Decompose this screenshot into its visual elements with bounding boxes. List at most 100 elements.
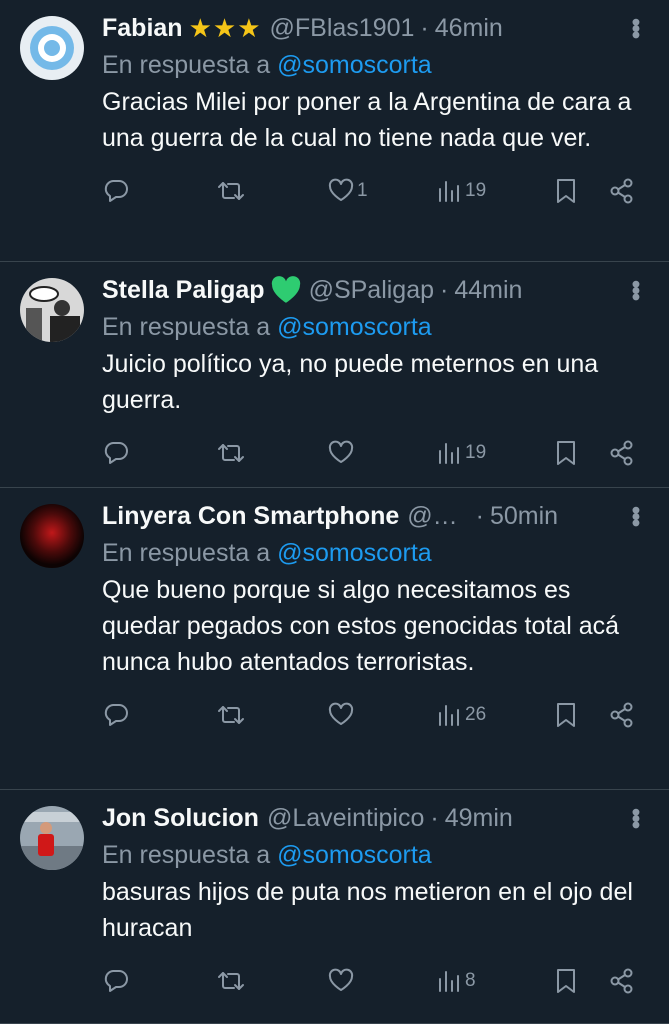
like-button[interactable]: [327, 433, 435, 473]
views-count: 8: [465, 970, 476, 991]
action-bar: 19: [102, 418, 641, 488]
timestamp[interactable]: 44min: [454, 276, 522, 305]
timestamp[interactable]: 46min: [435, 14, 503, 43]
separator-dot: ·: [440, 275, 449, 304]
share-icon: [610, 440, 633, 466]
share-button[interactable]: [608, 961, 636, 1001]
bookmark-button[interactable]: [552, 433, 608, 473]
reply-item[interactable]: Fabian ★★★ @FBlas1901 · 46min En respues…: [0, 0, 669, 262]
share-button[interactable]: [608, 695, 636, 735]
views-button[interactable]: 19: [435, 433, 552, 473]
green-heart-icon: [271, 276, 301, 304]
user-name[interactable]: Linyera Con Smartphone: [102, 502, 399, 531]
repost-button[interactable]: [217, 171, 327, 211]
more-options-icon[interactable]: •••: [622, 18, 649, 37]
mention-link[interactable]: @somoscorta: [277, 313, 432, 341]
user-handle[interactable]: @FBlas1901: [270, 14, 415, 43]
views-icon: [439, 971, 459, 992]
heart-icon: [328, 440, 354, 463]
bookmark-button[interactable]: [552, 171, 608, 211]
user-name[interactable]: Stella Paligap: [102, 276, 265, 305]
mention-link[interactable]: @somoscorta: [277, 539, 432, 567]
heart-icon: [328, 702, 354, 725]
bookmark-icon: [557, 179, 575, 203]
heart-icon: [328, 178, 354, 201]
action-bar: 8: [102, 946, 641, 1016]
bookmark-button[interactable]: [552, 961, 608, 1001]
like-button[interactable]: 1: [327, 171, 435, 211]
user-handle[interactable]: @…: [407, 502, 457, 531]
repost-button[interactable]: [217, 961, 327, 1001]
heart-icon: [328, 968, 354, 991]
replying-to-label: En respuesta a: [102, 539, 271, 567]
replying-to-label: En respuesta a: [102, 841, 271, 869]
views-count: 19: [465, 442, 487, 463]
timestamp[interactable]: 49min: [445, 804, 513, 833]
reply-text: Juicio político ya, no puede meternos en…: [102, 350, 599, 414]
avatar[interactable]: [20, 806, 84, 870]
stars-badge-icon: ★★★: [188, 12, 262, 43]
replying-to-label: En respuesta a: [102, 51, 271, 79]
more-options-icon[interactable]: •••: [622, 280, 649, 299]
bookmark-icon: [557, 441, 575, 465]
share-icon: [610, 702, 633, 728]
mention-link[interactable]: @somoscorta: [277, 51, 432, 79]
views-icon: [439, 705, 459, 726]
bookmark-button[interactable]: [552, 695, 608, 735]
reply-text: Que bueno porque si algo necesitamos es …: [102, 576, 620, 676]
repost-icon: [218, 706, 244, 724]
reply-button[interactable]: [102, 433, 217, 473]
share-button[interactable]: [608, 433, 636, 473]
bookmark-icon: [557, 969, 575, 993]
repost-button[interactable]: [217, 433, 327, 473]
more-options-icon[interactable]: •••: [622, 808, 649, 827]
reply-text: Gracias Milei por poner a la Argentina d…: [102, 88, 632, 152]
action-bar: 1 19: [102, 156, 641, 226]
separator-dot: ·: [420, 13, 429, 42]
separator-dot: ·: [475, 501, 484, 530]
reply-item[interactable]: Stella Paligap @SPaligap · 44min En resp…: [0, 262, 669, 488]
user-name[interactable]: Jon Solucion: [102, 804, 259, 833]
repost-button[interactable]: [217, 695, 327, 735]
mention-link[interactable]: @somoscorta: [277, 841, 432, 869]
views-icon: [439, 181, 459, 202]
views-icon: [439, 443, 459, 464]
replying-to: En respuesta a @somoscorta: [102, 838, 641, 872]
more-options-icon[interactable]: •••: [622, 506, 649, 525]
reply-icon: [104, 704, 128, 726]
reply-icon: [104, 442, 128, 464]
replying-to: En respuesta a @somoscorta: [102, 48, 641, 82]
views-count: 19: [465, 180, 487, 201]
like-button[interactable]: [327, 961, 435, 1001]
bookmark-icon: [557, 703, 575, 727]
like-button[interactable]: [327, 695, 435, 735]
repost-icon: [218, 444, 244, 462]
user-handle[interactable]: @SPaligap: [309, 276, 434, 305]
avatar[interactable]: [20, 504, 84, 568]
reply-button[interactable]: [102, 171, 217, 211]
user-name[interactable]: Fabian: [102, 14, 183, 43]
reply-icon: [104, 970, 128, 992]
reply-item[interactable]: Linyera Con Smartphone @… · 50min En res…: [0, 488, 669, 790]
share-icon: [610, 968, 633, 994]
reply-item[interactable]: Jon Solucion @Laveintipico · 49min En re…: [0, 790, 669, 1024]
repost-icon: [218, 182, 244, 200]
replying-to: En respuesta a @somoscorta: [102, 310, 641, 344]
reply-button[interactable]: [102, 961, 217, 1001]
share-icon: [610, 178, 633, 204]
views-button[interactable]: 8: [435, 961, 552, 1001]
timestamp[interactable]: 50min: [490, 502, 558, 531]
avatar[interactable]: [20, 16, 84, 80]
reply-text: basuras hijos de puta nos metieron en el…: [102, 878, 633, 942]
replying-to-label: En respuesta a: [102, 313, 271, 341]
views-count: 26: [465, 704, 487, 725]
action-bar: 26: [102, 680, 641, 750]
user-handle[interactable]: @Laveintipico: [267, 804, 424, 833]
reply-button[interactable]: [102, 695, 217, 735]
replying-to: En respuesta a @somoscorta: [102, 536, 641, 570]
avatar[interactable]: [20, 278, 84, 342]
share-button[interactable]: [608, 171, 636, 211]
views-button[interactable]: 26: [435, 695, 552, 735]
reply-icon: [104, 180, 128, 202]
views-button[interactable]: 19: [435, 171, 552, 211]
